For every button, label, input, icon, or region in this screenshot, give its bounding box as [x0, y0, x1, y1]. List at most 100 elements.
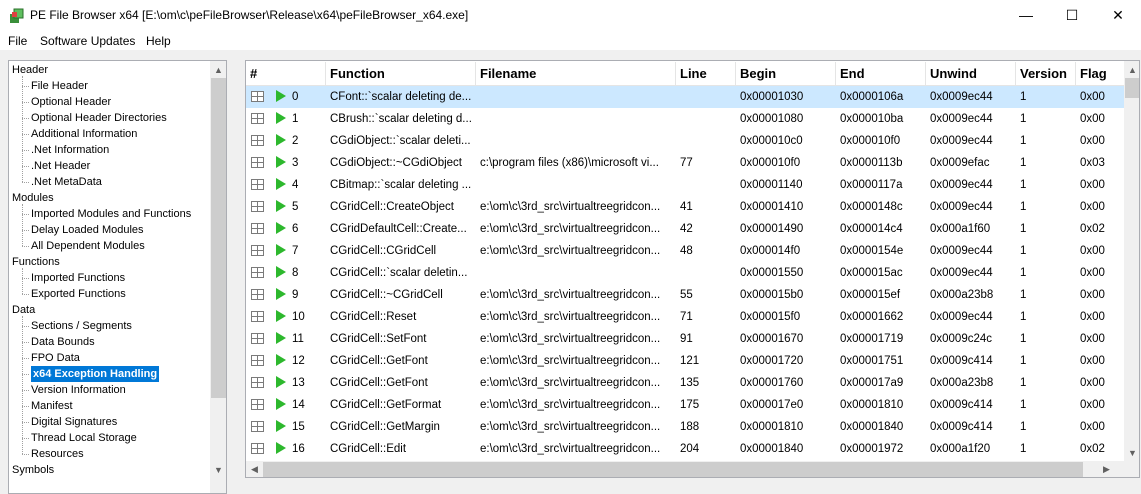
play-icon[interactable]: [276, 112, 286, 124]
table-row[interactable]: 7 CGridCell::CGridCell e:\om\c\3rd_src\vir…: [246, 240, 1126, 262]
table-row[interactable]: 3 CGdiObject::~CGdiObject c:\program files…: [246, 152, 1126, 174]
play-icon[interactable]: [276, 222, 286, 234]
col-end-cell: 0x0000106a: [840, 91, 904, 103]
tree-item[interactable]: .Net MetaData: [31, 174, 102, 190]
maximize-button[interactable]: ☐: [1049, 0, 1095, 30]
tree-item[interactable]: Functions: [12, 254, 60, 270]
play-icon[interactable]: [276, 134, 286, 146]
col-begin-cell: 0x000015b0: [740, 289, 804, 301]
tree-item[interactable]: Digital Signatures: [31, 414, 117, 430]
col-line-cell: 204: [680, 443, 700, 455]
play-icon[interactable]: [276, 244, 286, 256]
col-line-cell: [676, 86, 736, 108]
col-unwind-cell: 0x000a23b8: [930, 289, 994, 301]
play-icon[interactable]: [276, 156, 286, 168]
table-row[interactable]: 13 CGridCell::GetFont e:\om\c\3rd_src\virt…: [246, 372, 1126, 394]
col-filename-header[interactable]: Filename: [476, 62, 676, 86]
col-flag-cell: 0x00: [1080, 377, 1105, 389]
col-function-header[interactable]: Function: [326, 62, 476, 86]
play-icon[interactable]: [276, 332, 286, 344]
tree-item[interactable]: Version Information: [31, 382, 126, 398]
col-unwind-cell: 0x000a1f20: [930, 443, 991, 455]
col-version-header[interactable]: Version: [1016, 62, 1076, 86]
play-icon[interactable]: [276, 288, 286, 300]
table-hscroll-thumb[interactable]: [263, 462, 1083, 477]
play-icon[interactable]: [276, 376, 286, 388]
table-horizontal-scrollbar[interactable]: ◀ ▶: [246, 461, 1124, 477]
play-icon[interactable]: [276, 442, 286, 454]
play-icon[interactable]: [276, 200, 286, 212]
tree-item[interactable]: Optional Header: [31, 94, 111, 110]
col-begin-header[interactable]: Begin: [736, 62, 836, 86]
tree-item[interactable]: Resources: [31, 446, 84, 462]
table-row[interactable]: 11 CGridCell::SetFont e:\om\c\3rd_src\virt…: [246, 328, 1126, 350]
scroll-down-arrow-icon[interactable]: ▼: [210, 461, 226, 478]
table-row[interactable]: 1 CBrush::`scalar deleting d... 0x00001080…: [246, 108, 1126, 130]
minimize-icon: —: [1019, 7, 1033, 23]
table-row[interactable]: 10 CGridCell::Reset e:\om\c\3rd_src\virtua…: [246, 306, 1126, 328]
tree-item[interactable]: Delay Loaded Modules: [31, 222, 144, 238]
table-row[interactable]: 4 CBitmap::`scalar deleting ... 0x00001140…: [246, 174, 1126, 196]
play-icon[interactable]: [276, 178, 286, 190]
table-row[interactable]: 14 CGridCell::GetFormat e:\om\c\3rd_src\vi…: [246, 394, 1126, 416]
col-end-cell: 0x0000117a: [840, 179, 903, 191]
tree-item[interactable]: Manifest: [31, 398, 73, 414]
tree-item[interactable]: Data Bounds: [31, 334, 95, 350]
play-icon[interactable]: [276, 398, 286, 410]
tree-item[interactable]: .Net Header: [31, 158, 90, 174]
grid-icon: [251, 223, 264, 234]
table-row[interactable]: 12 CGridCell::GetFont e:\om\c\3rd_src\virt…: [246, 350, 1126, 372]
menu-help[interactable]: Help: [146, 34, 171, 48]
close-button[interactable]: ✕: [1095, 0, 1141, 30]
table-row[interactable]: 6 CGridDefaultCell::Create... e:\om\c\3rd_…: [246, 218, 1126, 240]
tree-item[interactable]: Imported Modules and Functions: [31, 206, 191, 222]
table-row[interactable]: 16 CGridCell::Edit e:\om\c\3rd_src\virtual…: [246, 438, 1126, 460]
tree-connector: [22, 342, 29, 343]
scroll-down-arrow-icon[interactable]: ▼: [1124, 444, 1139, 461]
tree-item[interactable]: Thread Local Storage: [31, 430, 137, 446]
tree-item[interactable]: x64 Exception Handling: [31, 366, 160, 382]
minimize-button[interactable]: —: [1003, 0, 1049, 30]
tree-item[interactable]: Imported Functions: [31, 270, 125, 286]
tree-vertical-scrollbar[interactable]: ▲ ▼: [210, 61, 226, 493]
tree-item[interactable]: Additional Information: [31, 126, 137, 142]
table-row[interactable]: 0 CFont::`scalar deleting de... 0x00001030…: [246, 86, 1126, 108]
scroll-up-arrow-icon[interactable]: ▲: [1124, 61, 1139, 78]
tree-item[interactable]: All Dependent Modules: [31, 238, 145, 254]
tree-scroll-thumb[interactable]: [211, 78, 226, 398]
col-number-header[interactable]: #: [246, 62, 326, 86]
tree-item[interactable]: FPO Data: [31, 350, 80, 366]
play-icon[interactable]: [276, 266, 286, 278]
col-end-header[interactable]: End: [836, 62, 926, 86]
scroll-up-arrow-icon[interactable]: ▲: [210, 61, 226, 78]
tree-item[interactable]: Data: [12, 302, 35, 318]
table-vertical-scrollbar[interactable]: ▲ ▼: [1124, 61, 1139, 461]
tree-item[interactable]: Exported Functions: [31, 286, 126, 302]
table-row[interactable]: 9 CGridCell::~CGridCell e:\om\c\3rd_src\vi…: [246, 284, 1126, 306]
table-row[interactable]: 15 CGridCell::GetMargin e:\om\c\3rd_src\vi…: [246, 416, 1126, 438]
scroll-left-arrow-icon[interactable]: ◀: [246, 461, 263, 477]
tree-item[interactable]: Symbols: [12, 462, 54, 478]
table-scroll-thumb[interactable]: [1125, 78, 1139, 98]
table-row[interactable]: 8 CGridCell::`scalar deletin... 0x00001550…: [246, 262, 1126, 284]
table-row[interactable]: 2 CGdiObject::`scalar deleti... 0x000010c0…: [246, 130, 1126, 152]
col-line-header[interactable]: Line: [676, 62, 736, 86]
col-flag-header[interactable]: Flag: [1076, 62, 1126, 86]
navigation-tree[interactable]: ▲ ▼ Header File Header Optional Header Opti…: [8, 60, 227, 494]
play-icon[interactable]: [276, 310, 286, 322]
scroll-right-arrow-icon[interactable]: ▶: [1098, 461, 1115, 477]
tree-item[interactable]: Modules: [12, 190, 54, 206]
col-unwind-header[interactable]: Unwind: [926, 62, 1016, 86]
play-icon[interactable]: [276, 354, 286, 366]
menu-file[interactable]: File: [8, 34, 27, 48]
play-icon[interactable]: [276, 420, 286, 432]
menu-software-updates[interactable]: Software Updates: [40, 34, 135, 48]
table-row[interactable]: 5 CGridCell::CreateObject e:\om\c\3rd_src\…: [246, 196, 1126, 218]
tree-item[interactable]: Header: [12, 62, 48, 78]
play-icon[interactable]: [276, 90, 286, 102]
tree-item[interactable]: File Header: [31, 78, 88, 94]
tree-item[interactable]: Sections / Segments: [31, 318, 132, 334]
tree-item[interactable]: .Net Information: [31, 142, 109, 158]
close-icon: ✕: [1112, 6, 1124, 23]
tree-item[interactable]: Optional Header Directories: [31, 110, 167, 126]
